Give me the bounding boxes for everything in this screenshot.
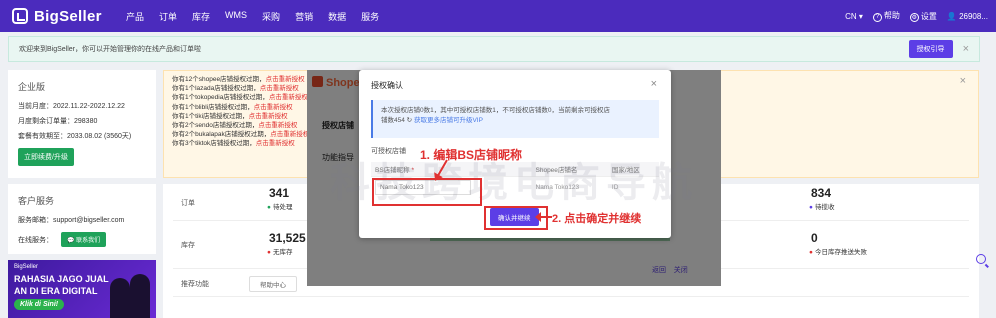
reauth-link[interactable]: 点击重新授权: [260, 85, 299, 92]
help-link[interactable]: ? 帮助: [872, 10, 900, 22]
info-line-1: 本次授权店铺0数1，其中可授权店铺数1，不可授权店铺数0，当前剩余可授权店: [381, 107, 610, 114]
chat-icon: 💬: [66, 238, 77, 244]
help-icon: ?: [872, 12, 882, 22]
nav-item-wms[interactable]: WMS: [225, 10, 247, 23]
reauth-link[interactable]: 点击重新授权: [254, 104, 293, 111]
table-header: BS店铺昵称 * Shopee店铺名 国家/地区: [371, 162, 659, 177]
bigseller-logo[interactable]: BigSeller: [12, 8, 118, 25]
plan-card: 企业版 当前月度：2022.11.22-2022.12.22 月度剩余订单量：2…: [8, 70, 156, 178]
stock-label: 库存: [181, 242, 195, 249]
plan-title: 企业版: [18, 82, 46, 92]
pickup-label: 待揽收: [809, 201, 835, 211]
nav-item-marketing[interactable]: 营销: [295, 10, 313, 23]
pickup-count[interactable]: 834: [811, 186, 831, 200]
push-fail-count[interactable]: 0: [811, 231, 818, 245]
reauth-link[interactable]: 点击重新授权: [269, 94, 308, 101]
recommend-label: 推荐功能: [181, 281, 209, 288]
stock-count[interactable]: 31,525: [269, 231, 306, 245]
banner-logo: BigSeller: [14, 264, 39, 270]
user-menu[interactable]: 👤 26908...: [947, 12, 988, 21]
no-stock-label: 无库存: [267, 246, 293, 256]
auth-guide-button[interactable]: 授权引导: [908, 40, 953, 58]
col-shopee-name: Shopee店铺名: [531, 162, 608, 177]
contact-us-button[interactable]: 💬 联系我们: [60, 232, 107, 247]
plan-period: 当前月度：2022.11.22-2022.12.22: [18, 103, 125, 110]
welcome-text: 欢迎来到BigSeller，你可以开始管理你的在线产品和订单啦: [19, 46, 202, 53]
reauth-link[interactable]: 点击重新授权: [258, 122, 297, 129]
user-icon: 👤: [946, 11, 957, 21]
banner-people-image: [110, 272, 152, 318]
refresh-icon[interactable]: ↻: [407, 117, 412, 124]
modal-info-box: 本次授权店铺0数1，其中可授权店铺数1，不可授权店铺数0，当前剩余可授权店 铺数…: [371, 100, 659, 138]
vip-upgrade-link[interactable]: 获取更多店铺可升级VIP: [414, 117, 483, 124]
order-label: 订单: [181, 200, 195, 207]
welcome-close-icon[interactable]: ×: [963, 43, 969, 55]
nav-item-inventory[interactable]: 库存: [192, 10, 210, 23]
region-cell: ID: [611, 183, 619, 191]
top-right-tools: CN ▾ ? 帮助 ⚙ 设置 👤 26908...: [845, 10, 988, 22]
plan-expiry: 套餐有效期至：2033.08.02 (3560天): [18, 133, 132, 140]
nav-item-service[interactable]: 服务: [361, 10, 379, 23]
service-title: 客户服务: [18, 196, 55, 206]
search-icon[interactable]: [976, 254, 986, 264]
banner-cta-button[interactable]: Klik di Sini!: [14, 299, 65, 310]
shopee-name-cell: Nama Toko123: [535, 183, 580, 191]
push-fail-label: 今日库存推送失败: [809, 246, 867, 256]
reauth-link[interactable]: 点击重新授权: [256, 140, 295, 147]
modal-close-icon[interactable]: ×: [651, 78, 657, 90]
nav-item-order[interactable]: 订单: [159, 10, 177, 23]
help-center-chip[interactable]: 帮助中心: [249, 276, 297, 292]
online-service-row: 在线服务： 💬 联系我们: [18, 232, 146, 247]
col-region: 国家/地区: [607, 162, 659, 177]
language-select[interactable]: CN ▾: [845, 12, 863, 21]
settings-label: 设置: [920, 11, 937, 21]
welcome-bar: 欢迎来到BigSeller，你可以开始管理你的在线产品和订单啦 授权引导 ×: [8, 36, 980, 62]
promo-banner[interactable]: BigSeller RAHASIA JAGO JUAL AN DI ERA DI…: [8, 260, 156, 318]
nav-item-product[interactable]: 产品: [126, 10, 144, 23]
annotation-arrow-icon: [535, 212, 552, 222]
nav-item-data[interactable]: 数据: [328, 10, 346, 23]
contact-us-label: 联系我们: [76, 238, 101, 244]
annotation-step-2: 2. 点击确定并继续: [552, 213, 642, 225]
modal-title: 授权确认: [371, 81, 403, 90]
customer-service-card: 客户服务 服务邮箱：support@bigseller.com 在线服务： 💬 …: [8, 184, 156, 254]
auth-notice-close-icon[interactable]: ×: [960, 75, 966, 87]
annotation-box-nickname: [372, 178, 482, 206]
upgrade-button[interactable]: 立即续费/升级: [18, 148, 74, 166]
main-nav: 产品 订单 库存 WMS 采购 营销 数据 服务: [126, 10, 394, 23]
logo-icon: [12, 8, 28, 24]
divider: [173, 296, 969, 297]
gear-icon: ⚙: [909, 12, 919, 22]
modal-subtitle: 可授权店铺: [371, 148, 406, 155]
plan-remaining-orders: 月度剩余订单量：298380: [18, 118, 98, 125]
service-email: 服务邮箱：support@bigseller.com: [18, 217, 125, 224]
help-label: 帮助: [883, 11, 900, 21]
info-line-2: 铺数454 ↻ 获取更多店铺可升级VIP: [381, 117, 483, 124]
order-count[interactable]: 341: [269, 186, 289, 200]
brand-name: BigSeller: [34, 7, 102, 25]
settings-link[interactable]: ⚙ 设置: [909, 11, 937, 22]
reauth-link[interactable]: 点击重新授权: [249, 113, 288, 120]
online-service-label: 在线服务：: [18, 237, 53, 244]
annotation-step-1: 1. 编辑BS店铺昵称: [420, 148, 523, 162]
nav-item-purchase[interactable]: 采购: [262, 10, 280, 23]
top-navbar: BigSeller 产品 订单 库存 WMS 采购 营销 数据 服务 CN ▾ …: [0, 0, 996, 32]
col-bs-nickname: BS店铺昵称 *: [371, 162, 532, 177]
user-name: 26908...: [959, 11, 988, 21]
order-pending-label: 待处理: [267, 201, 293, 211]
reauth-link[interactable]: 点击重新授权: [266, 76, 305, 83]
reauth-link[interactable]: 点击重新授权: [270, 131, 309, 138]
